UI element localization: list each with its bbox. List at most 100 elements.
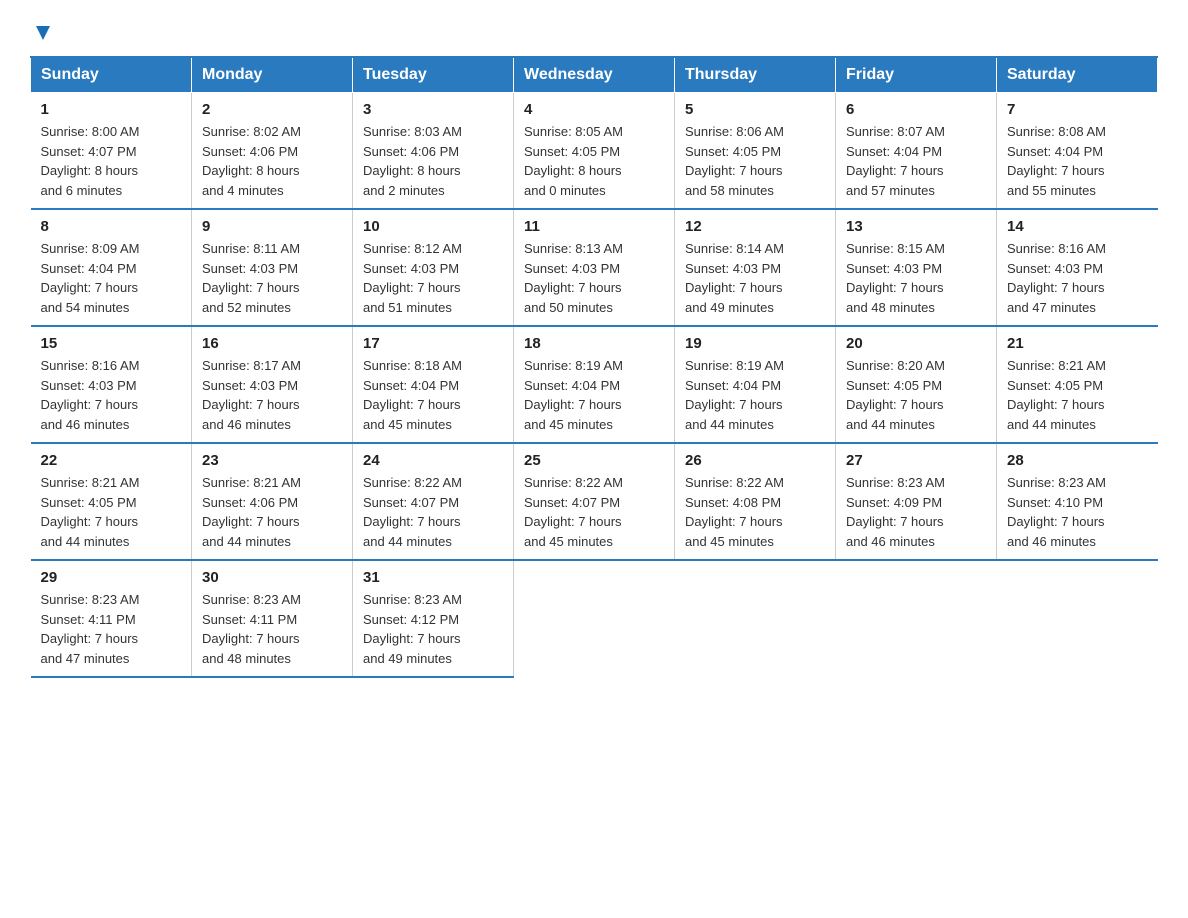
day-number: 3 — [363, 101, 503, 118]
calendar-cell: 19 Sunrise: 8:19 AMSunset: 4:04 PMDayligh… — [675, 326, 836, 443]
calendar-cell: 29 Sunrise: 8:23 AMSunset: 4:11 PMDayligh… — [31, 560, 192, 677]
calendar-cell: 15 Sunrise: 8:16 AMSunset: 4:03 PMDayligh… — [31, 326, 192, 443]
day-number: 20 — [846, 335, 986, 352]
day-number: 26 — [685, 452, 825, 469]
calendar-cell: 24 Sunrise: 8:22 AMSunset: 4:07 PMDayligh… — [353, 443, 514, 560]
day-info: Sunrise: 8:11 AMSunset: 4:03 PMDaylight:… — [202, 239, 342, 317]
calendar-cell: 6 Sunrise: 8:07 AMSunset: 4:04 PMDaylight… — [836, 93, 997, 210]
day-number: 14 — [1007, 218, 1148, 235]
calendar-cell: 4 Sunrise: 8:05 AMSunset: 4:05 PMDaylight… — [514, 93, 675, 210]
day-number: 31 — [363, 569, 503, 586]
day-number: 15 — [41, 335, 182, 352]
calendar-cell: 23 Sunrise: 8:21 AMSunset: 4:06 PMDayligh… — [192, 443, 353, 560]
calendar-cell: 30 Sunrise: 8:23 AMSunset: 4:11 PMDayligh… — [192, 560, 353, 677]
day-number: 21 — [1007, 335, 1148, 352]
calendar-cell: 25Sunrise: 8:22 AMSunset: 4:07 PMDayligh… — [514, 443, 675, 560]
calendar-cell: 27 Sunrise: 8:23 AMSunset: 4:09 PMDayligh… — [836, 443, 997, 560]
day-info: Sunrise: 8:18 AMSunset: 4:04 PMDaylight:… — [363, 356, 503, 434]
day-info: Sunrise: 8:16 AMSunset: 4:03 PMDaylight:… — [41, 356, 182, 434]
day-number: 4 — [524, 101, 664, 118]
calendar-cell: 14 Sunrise: 8:16 AMSunset: 4:03 PMDayligh… — [997, 209, 1158, 326]
day-info: Sunrise: 8:21 AMSunset: 4:06 PMDaylight:… — [202, 473, 342, 551]
calendar-cell — [675, 560, 836, 677]
week-row-5: 29 Sunrise: 8:23 AMSunset: 4:11 PMDayligh… — [31, 560, 1158, 677]
day-number: 25 — [524, 452, 664, 469]
calendar-cell: 22 Sunrise: 8:21 AMSunset: 4:05 PMDayligh… — [31, 443, 192, 560]
day-number: 18 — [524, 335, 664, 352]
day-info: Sunrise: 8:19 AMSunset: 4:04 PMDaylight:… — [685, 356, 825, 434]
day-number: 22 — [41, 452, 182, 469]
day-info: Sunrise: 8:21 AMSunset: 4:05 PMDaylight:… — [41, 473, 182, 551]
day-info: Sunrise: 8:14 AMSunset: 4:03 PMDaylight:… — [685, 239, 825, 317]
logo — [30, 20, 54, 40]
calendar-cell: 20 Sunrise: 8:20 AMSunset: 4:05 PMDayligh… — [836, 326, 997, 443]
day-number: 23 — [202, 452, 342, 469]
day-info: Sunrise: 8:23 AMSunset: 4:10 PMDaylight:… — [1007, 473, 1148, 551]
day-number: 29 — [41, 569, 182, 586]
day-info: Sunrise: 8:23 AMSunset: 4:11 PMDaylight:… — [41, 590, 182, 668]
week-row-3: 15 Sunrise: 8:16 AMSunset: 4:03 PMDayligh… — [31, 326, 1158, 443]
day-number: 9 — [202, 218, 342, 235]
day-number: 1 — [41, 101, 182, 118]
day-info: Sunrise: 8:05 AMSunset: 4:05 PMDaylight:… — [524, 122, 664, 200]
weekday-header-sunday: Sunday — [31, 57, 192, 93]
day-number: 5 — [685, 101, 825, 118]
weekday-header-thursday: Thursday — [675, 57, 836, 93]
logo-triangle-icon — [32, 22, 54, 44]
day-number: 13 — [846, 218, 986, 235]
day-info: Sunrise: 8:20 AMSunset: 4:05 PMDaylight:… — [846, 356, 986, 434]
day-info: Sunrise: 8:23 AMSunset: 4:09 PMDaylight:… — [846, 473, 986, 551]
calendar-cell: 18 Sunrise: 8:19 AMSunset: 4:04 PMDayligh… — [514, 326, 675, 443]
day-number: 28 — [1007, 452, 1148, 469]
calendar-cell: 5Sunrise: 8:06 AMSunset: 4:05 PMDaylight… — [675, 93, 836, 210]
day-number: 11 — [524, 218, 664, 235]
page-header — [30, 20, 1158, 40]
calendar-cell — [514, 560, 675, 677]
calendar-cell: 10 Sunrise: 8:12 AMSunset: 4:03 PMDayligh… — [353, 209, 514, 326]
weekday-header-monday: Monday — [192, 57, 353, 93]
day-info: Sunrise: 8:02 AMSunset: 4:06 PMDaylight:… — [202, 122, 342, 200]
day-number: 19 — [685, 335, 825, 352]
weekday-header-saturday: Saturday — [997, 57, 1158, 93]
day-number: 6 — [846, 101, 986, 118]
calendar-cell: 16Sunrise: 8:17 AMSunset: 4:03 PMDayligh… — [192, 326, 353, 443]
day-info: Sunrise: 8:07 AMSunset: 4:04 PMDaylight:… — [846, 122, 986, 200]
day-info: Sunrise: 8:08 AMSunset: 4:04 PMDaylight:… — [1007, 122, 1148, 200]
day-info: Sunrise: 8:19 AMSunset: 4:04 PMDaylight:… — [524, 356, 664, 434]
calendar-cell: 2Sunrise: 8:02 AMSunset: 4:06 PMDaylight… — [192, 93, 353, 210]
calendar-cell: 21 Sunrise: 8:21 AMSunset: 4:05 PMDayligh… — [997, 326, 1158, 443]
day-info: Sunrise: 8:16 AMSunset: 4:03 PMDaylight:… — [1007, 239, 1148, 317]
day-number: 12 — [685, 218, 825, 235]
week-row-4: 22 Sunrise: 8:21 AMSunset: 4:05 PMDayligh… — [31, 443, 1158, 560]
calendar-cell: 13 Sunrise: 8:15 AMSunset: 4:03 PMDayligh… — [836, 209, 997, 326]
weekday-header-friday: Friday — [836, 57, 997, 93]
weekday-header-tuesday: Tuesday — [353, 57, 514, 93]
day-info: Sunrise: 8:15 AMSunset: 4:03 PMDaylight:… — [846, 239, 986, 317]
week-row-2: 8Sunrise: 8:09 AMSunset: 4:04 PMDaylight… — [31, 209, 1158, 326]
day-info: Sunrise: 8:17 AMSunset: 4:03 PMDaylight:… — [202, 356, 342, 434]
day-info: Sunrise: 8:22 AMSunset: 4:07 PMDaylight:… — [363, 473, 503, 551]
calendar-cell: 17Sunrise: 8:18 AMSunset: 4:04 PMDayligh… — [353, 326, 514, 443]
calendar-cell: 28 Sunrise: 8:23 AMSunset: 4:10 PMDayligh… — [997, 443, 1158, 560]
day-number: 10 — [363, 218, 503, 235]
day-number: 27 — [846, 452, 986, 469]
day-info: Sunrise: 8:00 AMSunset: 4:07 PMDaylight:… — [41, 122, 182, 200]
day-info: Sunrise: 8:23 AMSunset: 4:11 PMDaylight:… — [202, 590, 342, 668]
day-number: 8 — [41, 218, 182, 235]
day-info: Sunrise: 8:12 AMSunset: 4:03 PMDaylight:… — [363, 239, 503, 317]
calendar-table: SundayMondayTuesdayWednesdayThursdayFrid… — [30, 56, 1158, 678]
day-number: 24 — [363, 452, 503, 469]
calendar-cell — [997, 560, 1158, 677]
calendar-cell: 7 Sunrise: 8:08 AMSunset: 4:04 PMDaylight… — [997, 93, 1158, 210]
week-row-1: 1 Sunrise: 8:00 AMSunset: 4:07 PMDaylight… — [31, 93, 1158, 210]
day-info: Sunrise: 8:23 AMSunset: 4:12 PMDaylight:… — [363, 590, 503, 668]
day-info: Sunrise: 8:22 AMSunset: 4:08 PMDaylight:… — [685, 473, 825, 551]
day-info: Sunrise: 8:21 AMSunset: 4:05 PMDaylight:… — [1007, 356, 1148, 434]
calendar-cell: 12 Sunrise: 8:14 AMSunset: 4:03 PMDayligh… — [675, 209, 836, 326]
day-info: Sunrise: 8:13 AMSunset: 4:03 PMDaylight:… — [524, 239, 664, 317]
day-number: 7 — [1007, 101, 1148, 118]
weekday-header-wednesday: Wednesday — [514, 57, 675, 93]
day-number: 30 — [202, 569, 342, 586]
calendar-cell: 11 Sunrise: 8:13 AMSunset: 4:03 PMDayligh… — [514, 209, 675, 326]
calendar-cell: 3Sunrise: 8:03 AMSunset: 4:06 PMDaylight… — [353, 93, 514, 210]
